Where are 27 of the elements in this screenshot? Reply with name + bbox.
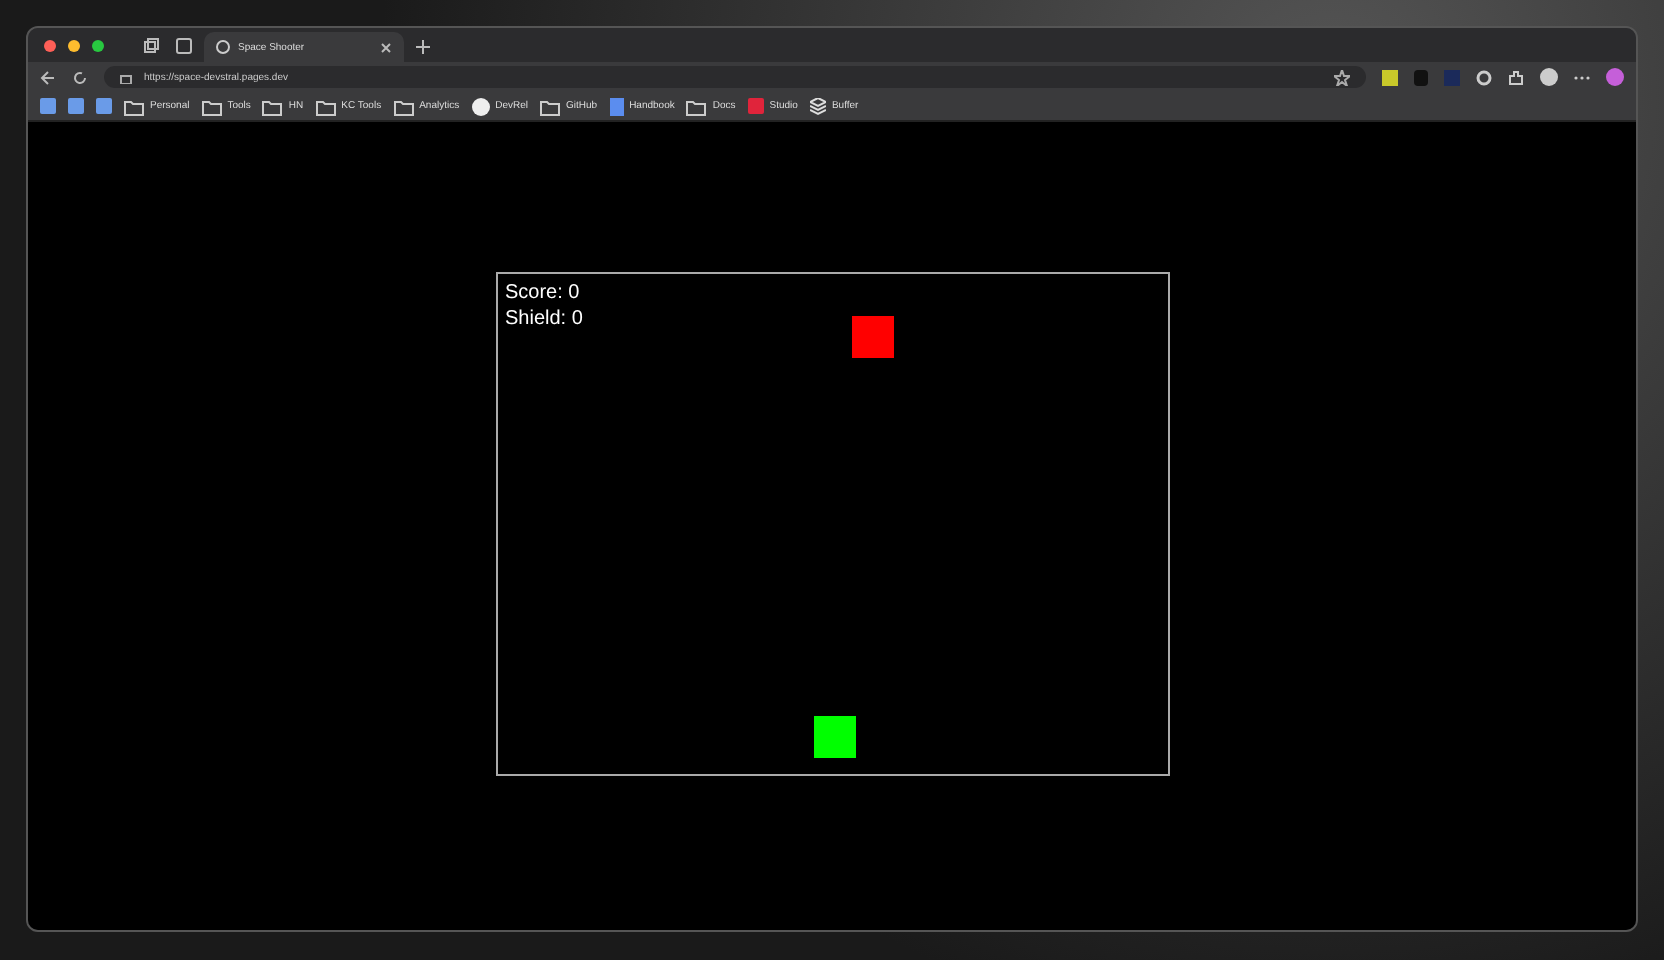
star-icon[interactable] [1334, 69, 1350, 85]
hud-text: Shield: 0 [505, 306, 583, 332]
reload-icon[interactable] [72, 69, 88, 85]
folder-icon [201, 97, 222, 115]
folder-icon [540, 97, 560, 115]
folder-icon [315, 97, 336, 115]
folder-icon [686, 97, 707, 115]
minimize-window-button[interactable] [68, 39, 80, 51]
document-icon [609, 97, 624, 115]
window-icon[interactable] [176, 37, 192, 53]
avatar-icon[interactable] [1540, 68, 1558, 86]
more-icon[interactable] [1574, 73, 1590, 81]
hud-text: Score: 0 [505, 280, 582, 306]
folder-icon [393, 97, 414, 115]
maximize-window-button[interactable] [92, 39, 104, 51]
globe-icon[interactable] [216, 40, 230, 54]
puzzle-icon[interactable] [1508, 69, 1524, 85]
folder-icon [124, 97, 144, 115]
close-window-button[interactable] [44, 39, 56, 51]
copy-icon[interactable] [144, 37, 160, 53]
folder-icon [262, 97, 283, 115]
back-icon[interactable] [40, 69, 56, 85]
studio-icon [747, 98, 764, 114]
lock-icon[interactable] [120, 70, 132, 84]
stack-icon [809, 97, 826, 115]
plus-icon[interactable] [416, 39, 430, 53]
close-icon[interactable] [380, 41, 392, 53]
